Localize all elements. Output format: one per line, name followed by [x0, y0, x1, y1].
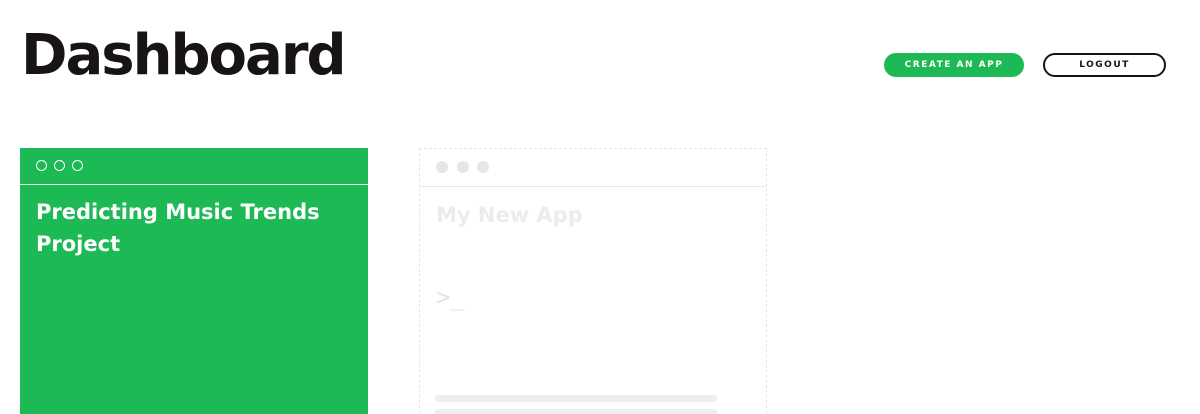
window-dot-icon: [72, 160, 83, 171]
window-bar: [420, 149, 766, 187]
app-card-predicting-music-trends[interactable]: Predicting Music Trends Project: [20, 148, 368, 414]
window-dot-icon: [477, 161, 489, 173]
app-card-title: Predicting Music Trends Project: [36, 200, 320, 256]
window-dot-icon: [54, 160, 65, 171]
terminal-prompt-icon: >_: [436, 283, 465, 311]
new-app-title: My New App: [436, 203, 583, 227]
logout-button[interactable]: LOGOUT: [1043, 53, 1166, 77]
dashboard-page: Dashboard CREATE AN APP LOGOUT Predictin…: [0, 0, 1200, 414]
placeholder-line: [435, 409, 717, 414]
placeholder-line: [435, 395, 717, 402]
window-dot-icon: [436, 161, 448, 173]
new-app-card[interactable]: My New App >_: [419, 148, 767, 414]
window-bar: [20, 148, 368, 185]
page-title: Dashboard: [21, 23, 347, 88]
window-dot-icon: [457, 161, 469, 173]
window-dot-icon: [36, 160, 47, 171]
create-app-button[interactable]: CREATE AN APP: [884, 53, 1024, 77]
